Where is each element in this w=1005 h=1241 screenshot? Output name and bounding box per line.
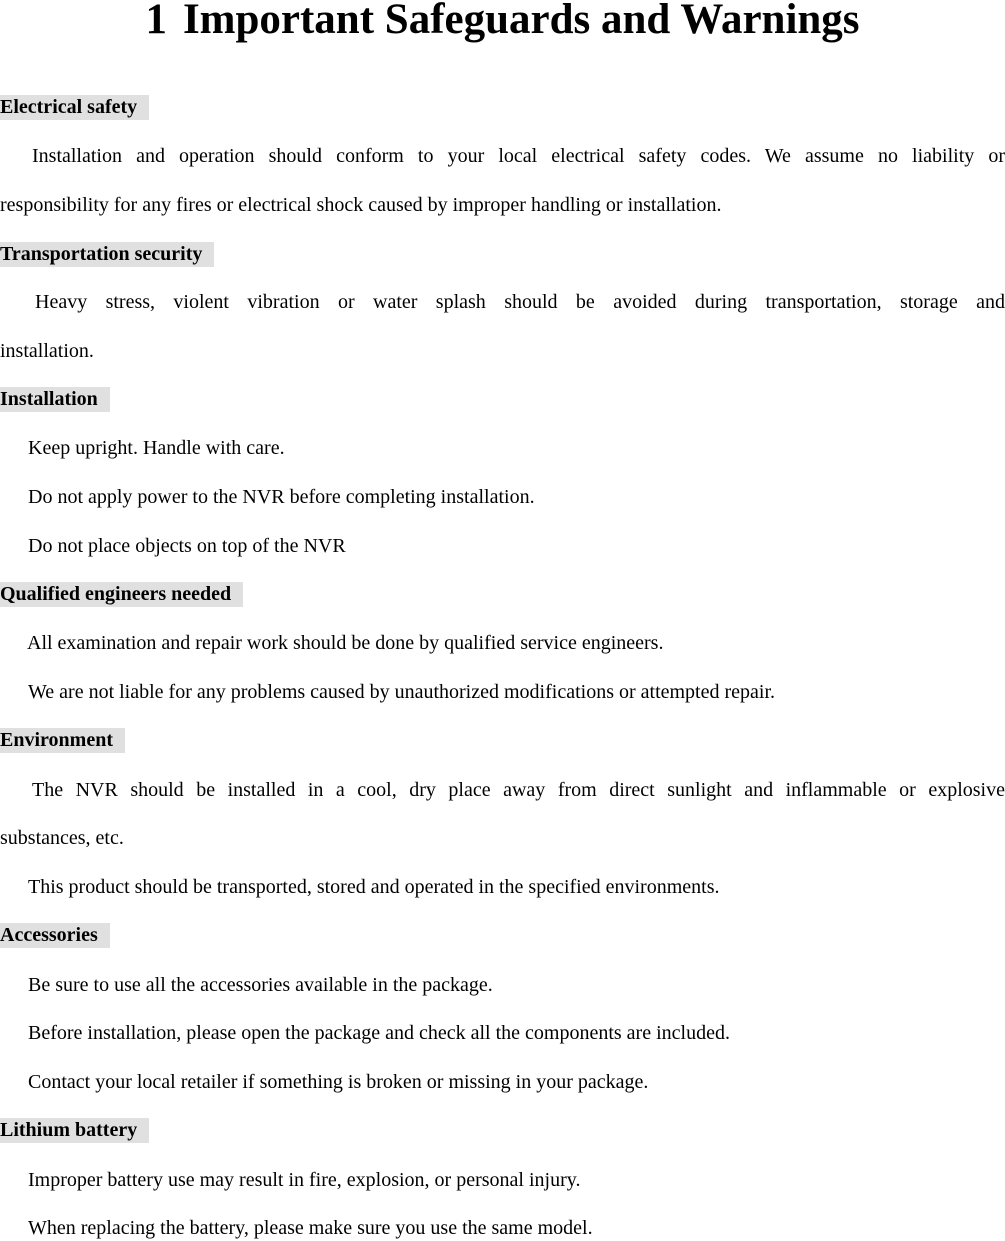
section-heading-transportation-security: Transportation security bbox=[0, 242, 215, 267]
paragraph-line: substances, etc. bbox=[0, 827, 124, 849]
paragraph-line: Installation and operation should confor… bbox=[32, 145, 1005, 167]
list-line: Be sure to use all the accessories avail… bbox=[28, 974, 493, 996]
list-line: All examination and repair work should b… bbox=[27, 632, 664, 654]
list-line: When replacing the battery, please make … bbox=[28, 1217, 593, 1239]
section-heading-electrical-safety: Electrical safety bbox=[0, 95, 150, 120]
section-heading-installation: Installation bbox=[0, 387, 110, 412]
chapter-number: 1 bbox=[145, 0, 167, 43]
section-heading-qualified-engineers: Qualified engineers needed bbox=[0, 582, 244, 607]
list-line: Keep upright. Handle with care. bbox=[28, 437, 285, 459]
list-line: Before installation, please open the pac… bbox=[28, 1022, 730, 1044]
section-heading-accessories: Accessories bbox=[0, 923, 110, 948]
list-line: Do not apply power to the NVR before com… bbox=[28, 486, 535, 508]
page-title: 1 Important Safeguards and Warnings bbox=[0, 0, 1005, 44]
list-line: This product should be transported, stor… bbox=[28, 876, 720, 898]
section-heading-environment: Environment bbox=[0, 728, 125, 753]
paragraph-line: Heavy stress, violent vibration or water… bbox=[35, 291, 1005, 313]
chapter-title: Important Safeguards and Warnings bbox=[182, 0, 860, 43]
list-line: Do not place objects on top of the NVR bbox=[28, 535, 346, 557]
paragraph-line: The NVR should be installed in a cool, d… bbox=[32, 779, 1005, 801]
section-heading-lithium-battery: Lithium battery bbox=[0, 1118, 150, 1143]
paragraph-line: responsibility for any fires or electric… bbox=[0, 194, 722, 216]
list-line: Contact your local retailer if something… bbox=[28, 1071, 649, 1093]
paragraph-line: installation. bbox=[0, 340, 94, 362]
list-line: Improper battery use may result in fire,… bbox=[28, 1169, 581, 1191]
list-line: We are not liable for any problems cause… bbox=[28, 681, 776, 703]
